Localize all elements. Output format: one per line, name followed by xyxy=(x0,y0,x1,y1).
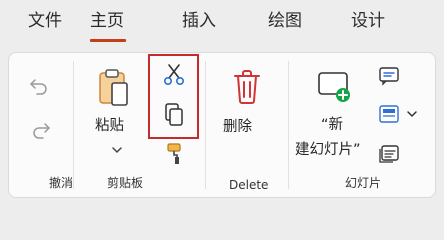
reset-button[interactable] xyxy=(377,65,401,87)
copy-button[interactable] xyxy=(160,101,188,129)
format-painter-button[interactable] xyxy=(160,141,188,167)
redo-button[interactable] xyxy=(25,117,55,147)
new-slide-button[interactable]: “新 建幻灯片” xyxy=(293,63,377,163)
trash-icon xyxy=(234,70,260,104)
undo-group-label: 撤消 xyxy=(49,176,74,190)
group-divider xyxy=(288,61,289,189)
format-painter-icon xyxy=(167,143,181,164)
group-divider xyxy=(205,61,206,189)
scissors-icon xyxy=(164,64,184,86)
tab-file[interactable]: 文件 xyxy=(28,10,62,32)
new-slide-icon xyxy=(318,72,350,102)
tab-draw[interactable]: 绘图 xyxy=(268,10,302,32)
ribbon-panel: 撤消 粘贴 剪贴板 删除 Delete “新 建幻灯片” 幻灯片 xyxy=(8,52,436,198)
section-button[interactable] xyxy=(377,143,401,165)
delete-button[interactable]: 删除 xyxy=(219,63,275,143)
undo-icon xyxy=(30,79,47,95)
reset-icon xyxy=(379,67,399,86)
paste-label: 粘贴 xyxy=(95,118,124,134)
copy-icon xyxy=(165,103,183,126)
layout-button[interactable] xyxy=(377,103,423,127)
delete-group-label: Delete xyxy=(229,178,269,192)
paste-icon xyxy=(99,69,128,106)
paste-button[interactable]: 粘贴 xyxy=(89,63,135,163)
ribbon-tab-bar: 文件 主页 插入 绘图 设计 xyxy=(0,0,444,46)
delete-label: 删除 xyxy=(223,119,252,135)
tab-insert[interactable]: 插入 xyxy=(182,10,216,32)
redo-icon xyxy=(33,123,50,139)
cut-button[interactable] xyxy=(160,62,188,88)
new-slide-label-line2: 建幻灯片” xyxy=(295,142,361,158)
active-tab-indicator xyxy=(90,39,126,42)
chevron-down-icon xyxy=(407,111,417,117)
layout-icon xyxy=(379,105,399,123)
new-slide-label-line1: “新 xyxy=(321,117,344,133)
tab-design[interactable]: 设计 xyxy=(351,10,385,32)
clipboard-group-label: 剪贴板 xyxy=(107,176,144,190)
slides-group-label: 幻灯片 xyxy=(345,176,382,190)
tab-home[interactable]: 主页 xyxy=(90,10,124,32)
section-icon xyxy=(379,145,399,163)
chevron-down-icon xyxy=(112,147,122,153)
undo-button[interactable] xyxy=(25,73,55,103)
group-divider xyxy=(73,61,74,189)
